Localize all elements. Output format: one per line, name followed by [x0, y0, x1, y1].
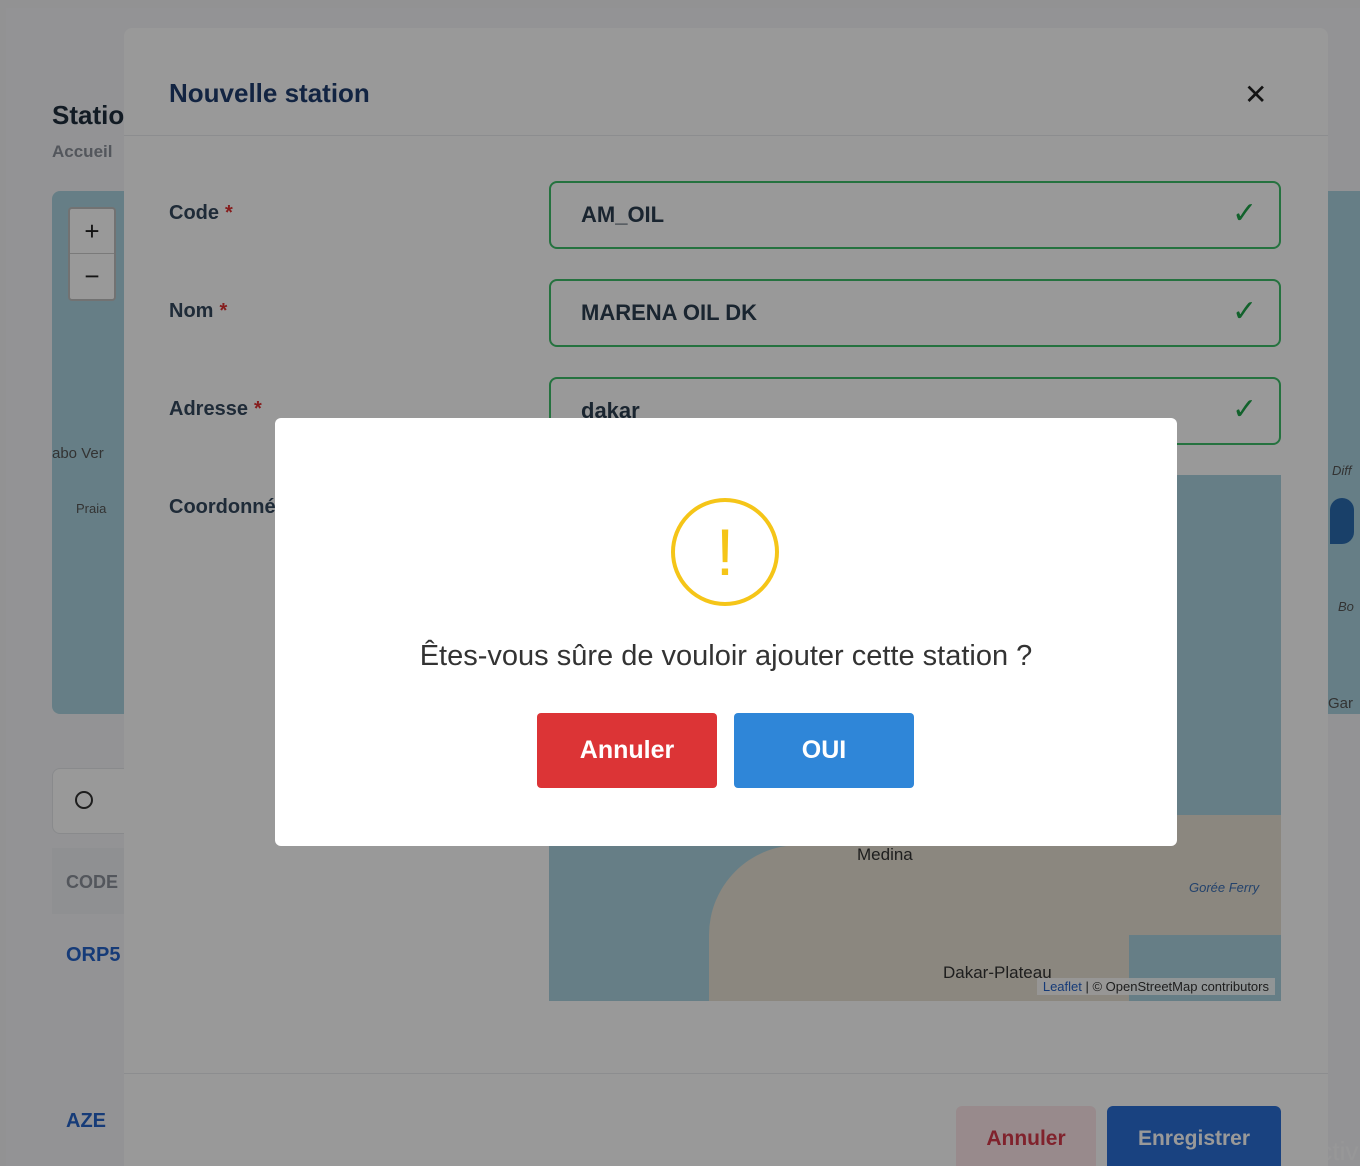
confirm-dialog: ! Êtes-vous sûre de vouloir ajouter cett…: [275, 418, 1177, 846]
dialog-cancel-button[interactable]: Annuler: [537, 713, 717, 788]
warning-icon: !: [671, 498, 779, 606]
dialog-confirm-button[interactable]: OUI: [734, 713, 914, 788]
confirm-message: Êtes-vous sûre de vouloir ajouter cette …: [419, 640, 1033, 672]
